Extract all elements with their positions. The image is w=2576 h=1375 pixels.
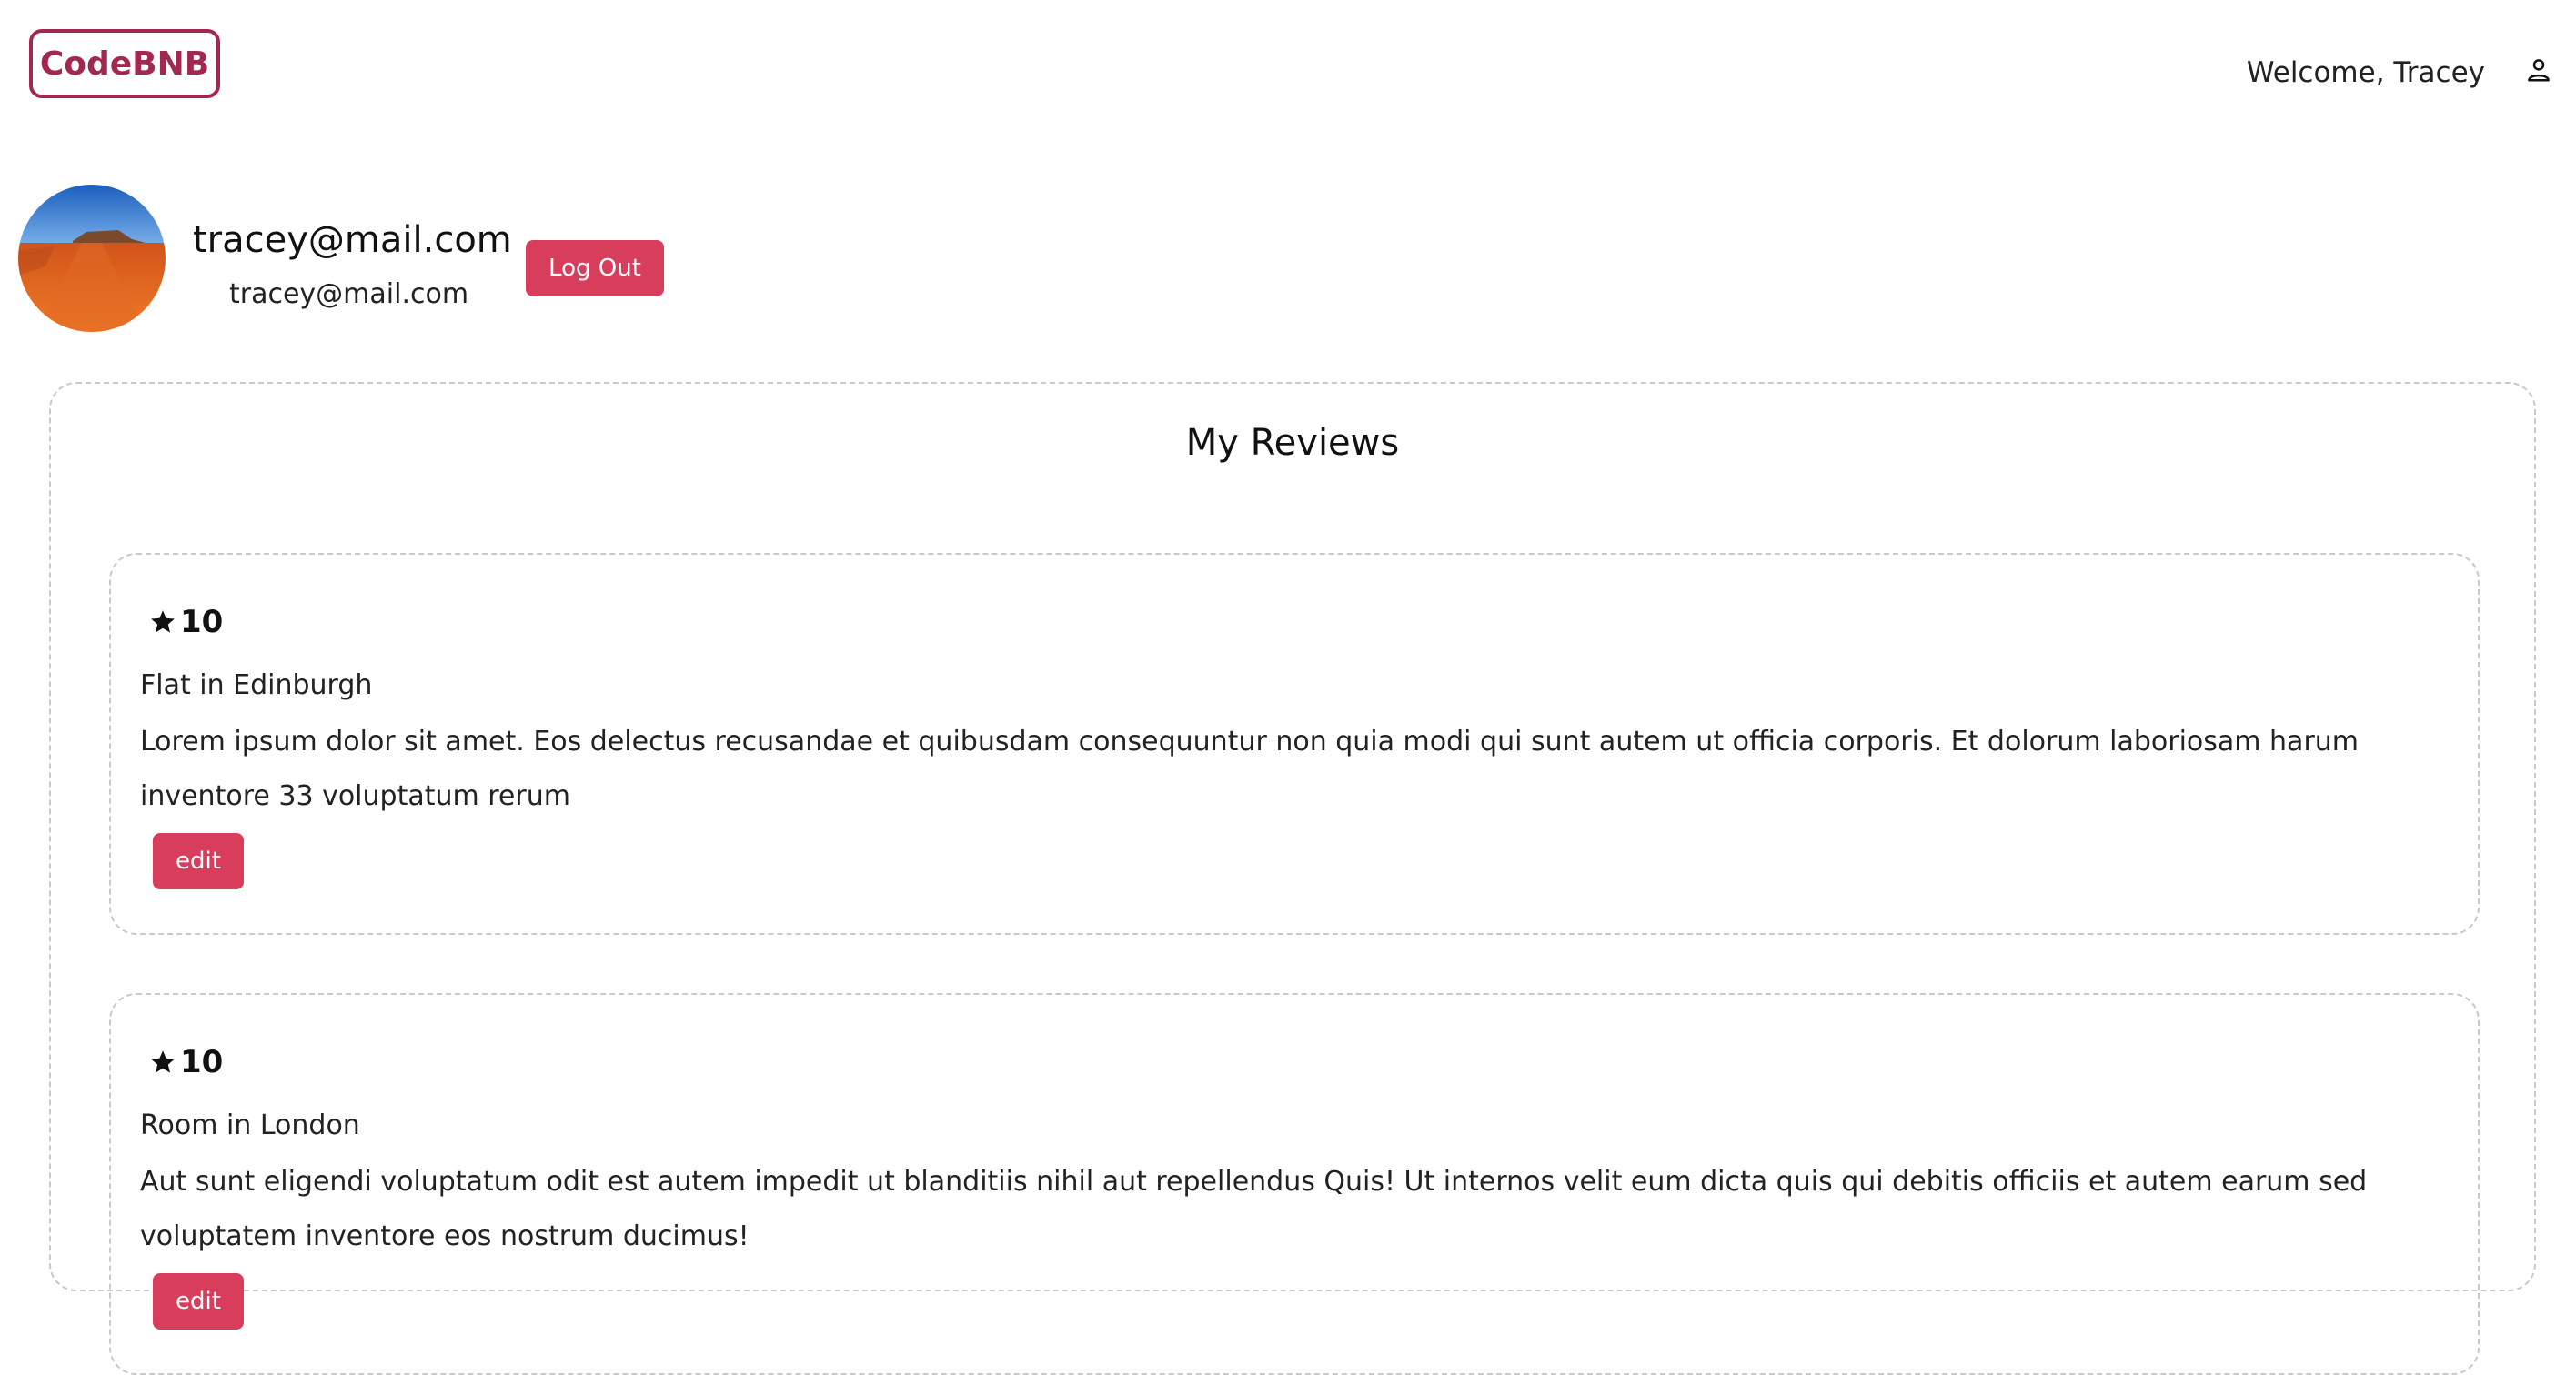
welcome-text: Welcome, Tracey [2246,56,2485,89]
codebnb-logo[interactable]: CodeBNB [29,29,220,98]
user-icon[interactable] [2525,56,2552,84]
reviews-title: My Reviews [1185,422,1400,464]
welcome-message: Welcome, Tracey [2247,53,2500,93]
star-icon [151,610,175,633]
review-rating: 10 [149,600,223,644]
profile-email: tracey@mail.com [229,278,469,310]
rating-value: 10 [180,604,224,640]
profile-section: tracey@mail.com tracey@mail.com Log Out [0,173,910,346]
review-rating: 10 [149,1040,223,1084]
profile-name: tracey@mail.com [193,219,512,261]
edit-review-button[interactable]: edit [153,1273,244,1330]
logo-text: CodeBNB [39,45,210,83]
review-text: Lorem ipsum dolor sit amet. Eos delectus… [140,726,2360,812]
review-listing-name: Room in London [140,1109,360,1141]
review-listing-name: Flat in Edinburgh [140,669,373,701]
review-card: 10 Flat in Edinburgh Lorem ipsum dolor s… [109,553,2480,935]
logout-button[interactable]: Log Out [526,240,664,296]
avatar-image [18,185,166,332]
star-icon [151,1050,175,1073]
rating-value: 10 [180,1044,224,1080]
top-header: CodeBNB Welcome, Tracey [0,0,2576,136]
edit-review-button[interactable]: edit [153,833,244,889]
profile-avatar [18,185,166,332]
my-reviews-panel: My Reviews 10 Flat in Edinburgh Lorem ip… [49,382,2536,1375]
review-text: Aut sunt eligendi voluptatum odit est au… [140,1166,2368,1252]
review-card: 10 Room in London Aut sunt eligendi volu… [109,993,2480,1375]
